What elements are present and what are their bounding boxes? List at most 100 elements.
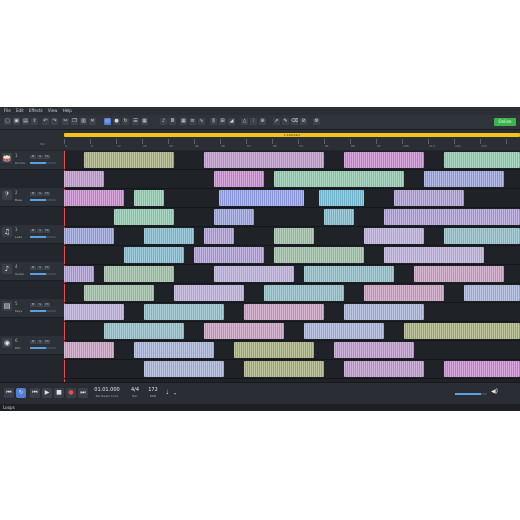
new-file-icon[interactable]: ▢: [4, 118, 11, 125]
track-name[interactable]: Keys: [15, 309, 22, 313]
solo-button[interactable]: S: [37, 155, 43, 159]
audio-clip[interactable]: [444, 228, 520, 244]
track-header[interactable]: ◉ 6 Pad M S FX: [0, 336, 64, 355]
split-icon[interactable]: ⫼: [210, 118, 217, 125]
redo-icon[interactable]: ↷: [51, 118, 58, 125]
track-volume-slider[interactable]: [30, 310, 56, 312]
loop-icon[interactable]: ↻: [16, 388, 26, 398]
audio-clip[interactable]: [414, 266, 504, 282]
record-mode-icon[interactable]: ●: [113, 118, 120, 125]
audio-clip[interactable]: [304, 266, 394, 282]
copy-icon[interactable]: ❐: [71, 118, 78, 125]
zoom-icon[interactable]: ⊕: [259, 118, 266, 125]
audio-clip[interactable]: [104, 323, 184, 339]
mute-button[interactable]: M: [30, 229, 36, 233]
to-start-icon[interactable]: ⏮: [30, 388, 40, 398]
audio-clip[interactable]: [344, 361, 424, 377]
save-icon[interactable]: ▤: [22, 118, 29, 125]
track-name[interactable]: Guitar: [15, 272, 24, 276]
menu-help[interactable]: Help: [63, 107, 72, 115]
audio-clip[interactable]: [244, 304, 324, 320]
keyboard-icon[interactable]: ▦: [141, 118, 148, 125]
track-name[interactable]: Pad: [15, 346, 20, 350]
arrangement-range-bar[interactable]: 1-100 bars: [64, 133, 520, 137]
stop-icon[interactable]: ■: [54, 388, 64, 398]
fx-button[interactable]: FX: [44, 266, 50, 270]
track-volume-slider[interactable]: [30, 273, 56, 275]
export-icon[interactable]: ⇪: [31, 118, 38, 125]
mute-tool-icon[interactable]: ⊘: [300, 118, 307, 125]
record-icon[interactable]: ●: [66, 388, 76, 398]
menu-effects[interactable]: Effects: [29, 107, 43, 115]
solo-button[interactable]: S: [37, 266, 43, 270]
menu-file[interactable]: File: [4, 107, 11, 115]
fade-icon[interactable]: ◢: [228, 118, 235, 125]
track-lane[interactable]: [64, 360, 520, 379]
audio-clip[interactable]: [394, 190, 464, 206]
curve-icon[interactable]: ∿: [198, 118, 205, 125]
mixer-icon[interactable]: ☰: [132, 118, 139, 125]
track-name[interactable]: Lead: [15, 235, 22, 239]
metronome-dropdown-icon[interactable]: ▾: [174, 391, 176, 396]
audio-clip[interactable]: [134, 342, 214, 358]
bars-icon[interactable]: Ⅲ: [169, 118, 176, 125]
audio-clip[interactable]: [384, 247, 484, 263]
mute-button[interactable]: M: [30, 155, 36, 159]
track-volume-slider[interactable]: [30, 347, 56, 349]
audio-clip[interactable]: [84, 152, 174, 168]
cut-icon[interactable]: ✂: [62, 118, 69, 125]
audio-clip[interactable]: [264, 285, 344, 301]
online-button[interactable]: Online: [494, 118, 516, 126]
audio-clip[interactable]: [304, 323, 384, 339]
bpm-display[interactable]: 172 BPM: [146, 387, 160, 398]
audio-clip[interactable]: [464, 285, 520, 301]
audio-clip[interactable]: [444, 152, 520, 168]
track-header[interactable]: ♫ 3 Lead M S FX: [0, 225, 64, 244]
track-header[interactable]: 🥁 1 Drums M S FX: [0, 151, 64, 170]
audio-clip[interactable]: [124, 247, 184, 263]
mute-button[interactable]: M: [30, 266, 36, 270]
audio-clip[interactable]: [214, 171, 264, 187]
grid-icon[interactable]: ▦: [180, 118, 187, 125]
menu-edit[interactable]: Edit: [16, 107, 24, 115]
audio-clip[interactable]: [274, 228, 314, 244]
track-lane[interactable]: [64, 284, 520, 303]
settings-icon[interactable]: ⚙: [313, 118, 320, 125]
menu-view[interactable]: View: [48, 107, 58, 115]
track-lane[interactable]: [64, 303, 520, 322]
track-volume-slider[interactable]: [30, 162, 56, 164]
audio-clip[interactable]: [144, 228, 194, 244]
solo-button[interactable]: S: [37, 303, 43, 307]
audio-clip[interactable]: [144, 304, 224, 320]
audio-clip[interactable]: [319, 190, 364, 206]
audio-clip[interactable]: [204, 152, 324, 168]
audio-clip[interactable]: [219, 190, 304, 206]
audio-clip[interactable]: [334, 342, 414, 358]
audio-clip[interactable]: [64, 228, 114, 244]
metronome-icon[interactable]: ♩: [166, 389, 169, 396]
audio-clip[interactable]: [204, 323, 284, 339]
speaker-icon[interactable]: ◀): [491, 388, 498, 395]
audio-clip[interactable]: [114, 209, 174, 225]
track-lane[interactable]: [64, 322, 520, 341]
pointer-icon[interactable]: ➚: [273, 118, 280, 125]
audio-clip[interactable]: [244, 361, 324, 377]
track-lane[interactable]: [64, 151, 520, 170]
mute-button[interactable]: M: [30, 340, 36, 344]
fx-button[interactable]: FX: [44, 303, 50, 307]
loop-mode-icon[interactable]: ↻: [122, 118, 129, 125]
mute-button[interactable]: M: [30, 192, 36, 196]
track-lane[interactable]: [64, 189, 520, 208]
forward-icon[interactable]: ⏭: [78, 388, 88, 398]
join-icon[interactable]: ⊞: [219, 118, 226, 125]
audio-clip[interactable]: [324, 209, 354, 225]
audio-clip[interactable]: [134, 190, 164, 206]
eq-icon[interactable]: ⫶: [250, 118, 257, 125]
track-volume-slider[interactable]: [30, 199, 56, 201]
audio-clip[interactable]: [344, 304, 424, 320]
track-lane[interactable]: [64, 208, 520, 227]
audio-clip[interactable]: [364, 285, 444, 301]
metronome-icon[interactable]: △: [241, 118, 248, 125]
audio-clip[interactable]: [144, 361, 224, 377]
track-header[interactable]: ♪ 4 Guitar M S FX: [0, 262, 64, 281]
